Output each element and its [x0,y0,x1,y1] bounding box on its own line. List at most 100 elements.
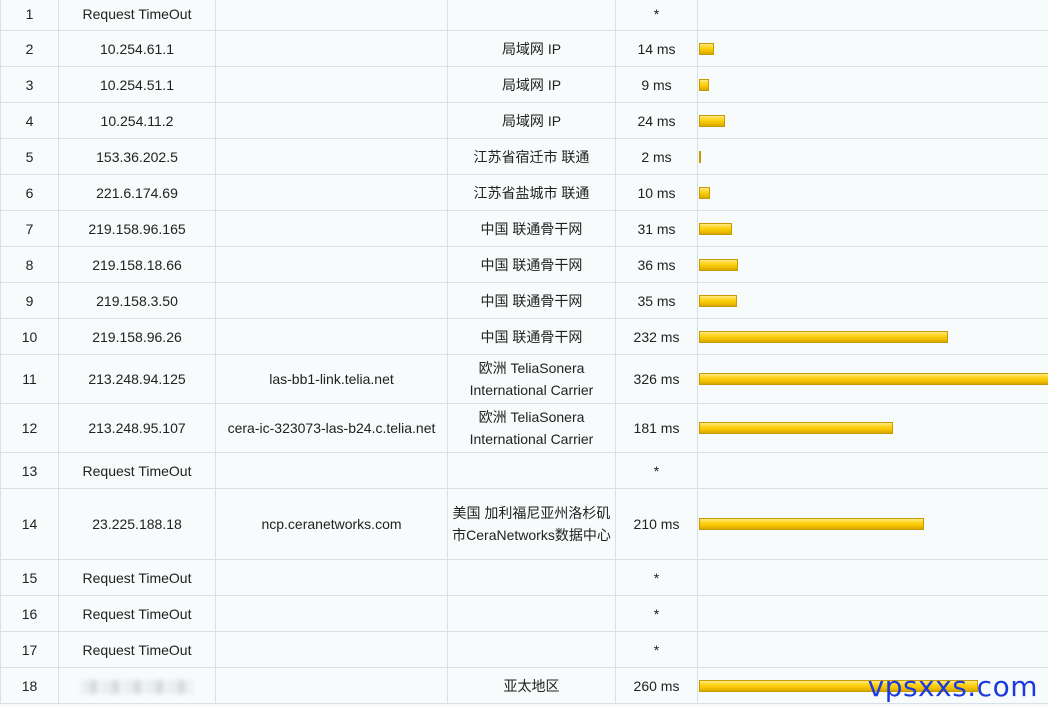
table-row: 3 10.254.51.1 局域网 IP 9 ms [0,66,1048,103]
ip-address-cell: 10.254.11.2 [58,102,216,139]
latency-bar [699,258,738,271]
ip-address-cell: 219.158.96.26 [58,318,216,355]
hostname-cell [215,138,448,175]
latency-cell: 260 ms [615,667,698,704]
watermark-text: vpsxxs.com [867,670,1038,703]
hostname-cell [215,0,448,31]
latency-cell: * [615,0,698,31]
latency-bar-cell [697,631,1048,668]
table-row: 17 Request TimeOut * [0,631,1048,668]
location-cell [447,452,616,489]
hop-number-cell: 9 [0,282,59,319]
ip-address-cell: Request TimeOut [58,631,216,668]
hostname-cell [215,595,448,632]
latency-cell: 232 ms [615,318,698,355]
hostname-cell [215,667,448,704]
hop-number-cell: 6 [0,174,59,211]
latency-bar-cell [697,246,1048,283]
latency-bar-cell [697,282,1048,319]
table-row: 12 213.248.95.107 cera-ic-323073-las-b24.c… [0,403,1048,453]
latency-cell: 14 ms [615,30,698,67]
location-cell: 中国 联通骨干网 [447,318,616,355]
latency-bar [699,422,893,434]
ip-address-cell: 10.254.51.1 [58,66,216,103]
ip-address-cell: 10.254.61.1 [58,30,216,67]
blurred-ip-mask [81,679,193,694]
hop-number-cell: 1 [0,0,59,31]
latency-bar [699,42,714,55]
location-cell: 中国 联通骨干网 [447,210,616,247]
ip-address-cell: Request TimeOut [58,559,216,596]
hostname-cell: ncp.ceranetworks.com [215,488,448,560]
location-cell [447,559,616,596]
latency-cell: 36 ms [615,246,698,283]
hostname-cell [215,210,448,247]
table-row: 1 Request TimeOut * [0,0,1048,31]
latency-bar-cell [697,174,1048,211]
table-row: 14 23.225.188.18 ncp.ceranetworks.com 美国 加利… [0,488,1048,560]
table-row: 4 10.254.11.2 局域网 IP 24 ms [0,102,1048,139]
hop-number-cell: 13 [0,452,59,489]
hop-number-cell: 11 [0,354,59,404]
latency-bar-cell [697,30,1048,67]
latency-cell: 181 ms [615,403,698,453]
ip-address-cell: Request TimeOut [58,452,216,489]
location-cell: 局域网 IP [447,30,616,67]
hostname-cell [215,102,448,139]
location-cell: 欧洲 TeliaSonera International Carrier [447,354,616,404]
ip-address-cell: 221.6.174.69 [58,174,216,211]
latency-bar-cell [697,318,1048,355]
latency-bar [699,518,924,530]
latency-bar [699,330,948,343]
hostname-cell [215,30,448,67]
ip-address-cell: Request TimeOut [58,595,216,632]
location-cell: 中国 联通骨干网 [447,246,616,283]
location-cell: 亚太地区 [447,667,616,704]
table-row: 9 219.158.3.50 中国 联通骨干网 35 ms [0,282,1048,319]
table-row: 2 10.254.61.1 局域网 IP 14 ms [0,30,1048,67]
traceroute-table: 1 Request TimeOut * 2 10.254.61.1 局域网 IP 14 ms… [0,0,1048,704]
hostname-cell [215,452,448,489]
ip-address-cell: 23.225.188.18 [58,488,216,560]
latency-bar [699,78,709,91]
ip-address-cell: 219.158.18.66 [58,246,216,283]
latency-bar-cell [697,403,1048,453]
location-cell [447,0,616,31]
hostname-cell [215,66,448,103]
table-row: 7 219.158.96.165 中国 联通骨干网 31 ms [0,210,1048,247]
table-row: 11 213.248.94.125 las-bb1-link.telia.net 欧洲… [0,354,1048,404]
latency-cell: * [615,631,698,668]
hostname-cell [215,559,448,596]
table-row: 13 Request TimeOut * [0,452,1048,489]
latency-bar-cell [697,102,1048,139]
latency-bar [699,150,701,163]
ip-address-cell: 153.36.202.5 [58,138,216,175]
latency-bar-cell [697,488,1048,560]
hop-number-cell: 3 [0,66,59,103]
hop-number-cell: 7 [0,210,59,247]
latency-bar [699,114,725,127]
hop-number-cell: 5 [0,138,59,175]
ip-address-cell: Request TimeOut [58,0,216,31]
hostname-cell [215,246,448,283]
table-row: 16 Request TimeOut * [0,595,1048,632]
latency-cell: 24 ms [615,102,698,139]
latency-cell: 2 ms [615,138,698,175]
hostname-cell [215,631,448,668]
latency-cell: 10 ms [615,174,698,211]
location-cell [447,631,616,668]
latency-bar-cell [697,559,1048,596]
location-cell: 局域网 IP [447,66,616,103]
location-cell [447,595,616,632]
location-cell: 江苏省宿迁市 联通 [447,138,616,175]
latency-cell: 9 ms [615,66,698,103]
hop-number-cell: 4 [0,102,59,139]
location-cell: 欧洲 TeliaSonera International Carrier [447,403,616,453]
latency-bar-cell [697,452,1048,489]
location-cell: 局域网 IP [447,102,616,139]
latency-bar-cell [697,138,1048,175]
hop-number-cell: 18 [0,667,59,704]
hop-number-cell: 8 [0,246,59,283]
hop-number-cell: 10 [0,318,59,355]
latency-bar-cell [697,66,1048,103]
